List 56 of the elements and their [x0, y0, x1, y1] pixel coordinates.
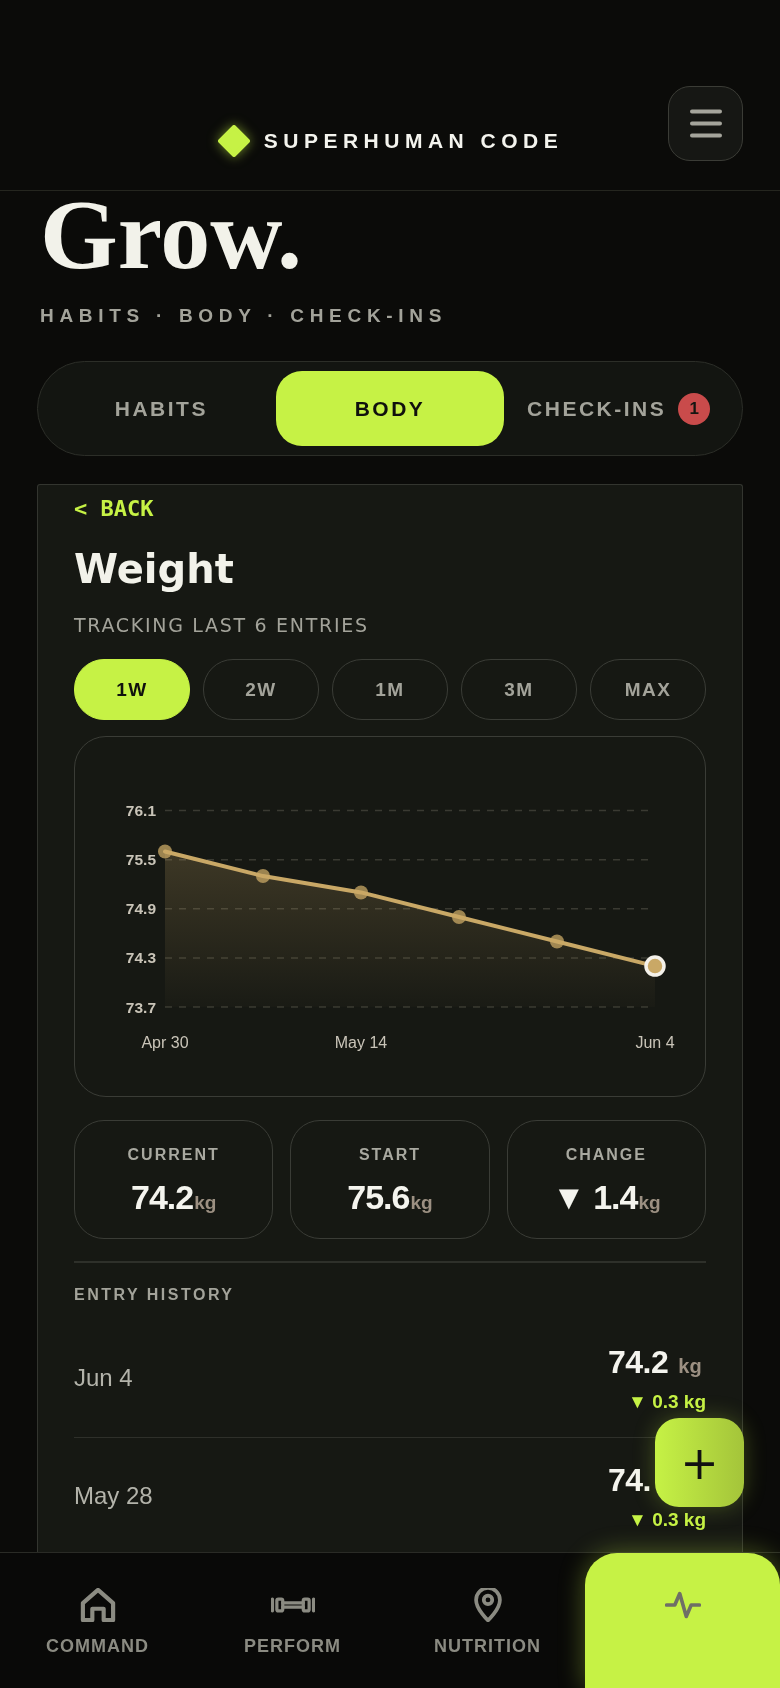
entry-unit: kg	[678, 1353, 702, 1378]
y-axis-label: 75.5	[125, 851, 156, 869]
page-subtitle: HABITS · BODY · CHECK-INS	[40, 304, 448, 328]
add-button[interactable]: +	[655, 1418, 744, 1507]
history-heading: ENTRY HISTORY	[74, 1284, 235, 1305]
stat-unit: kg	[410, 1192, 433, 1214]
data-point	[158, 844, 172, 859]
nav-tab[interactable]	[585, 1553, 780, 1688]
stat-unit: kg	[194, 1192, 217, 1214]
stat-value: ▼ 1.4	[552, 1177, 638, 1217]
back-link[interactable]: < BACK	[74, 496, 154, 522]
tab[interactable]: HABITS	[47, 371, 276, 446]
entry-change: ▼ 0.3 kg	[628, 1507, 706, 1532]
range-chip[interactable]: 1M	[332, 659, 448, 720]
stat-unit: kg	[638, 1192, 661, 1214]
range-chip[interactable]: 3M	[461, 659, 577, 720]
nav-tab[interactable]: PERFORM	[195, 1553, 390, 1688]
tab[interactable]: BODY	[275, 371, 505, 446]
stat-label: START	[358, 1145, 422, 1165]
x-axis-label: Jun 4	[635, 1034, 675, 1051]
home-icon	[79, 1588, 116, 1622]
range-chip[interactable]: MAX	[590, 659, 706, 720]
entry-date: May 28	[74, 1482, 153, 1510]
stat-value: 75.6	[347, 1177, 410, 1217]
notification-badge: 1	[678, 392, 711, 425]
section-subtitle: TRACKING LAST 6 ENTRIES	[74, 613, 369, 637]
range-chip[interactable]: 1W	[74, 659, 190, 720]
y-axis-label: 76.1	[125, 802, 156, 820]
data-point	[354, 885, 368, 900]
entry-value: 74.2	[608, 1342, 669, 1382]
menu-icon	[689, 109, 722, 138]
x-axis-label: Apr 30	[141, 1034, 189, 1051]
y-axis-label: 74.3	[125, 949, 156, 967]
section-title: Weight	[74, 545, 234, 593]
tab[interactable]: CHECK-INS 1	[504, 371, 733, 446]
stat-value: 74.2	[130, 1177, 194, 1217]
stat-label: CHANGE	[565, 1145, 647, 1165]
diamond-logo-icon	[216, 124, 251, 158]
brand-name: SUPERHUMAN CODE	[263, 128, 564, 154]
x-axis-label: May 14	[334, 1034, 388, 1051]
stat-label: CURRENT	[127, 1145, 220, 1165]
y-axis-label: 73.7	[125, 998, 156, 1016]
data-point	[550, 934, 564, 949]
entry-change: ▼ 0.3 kg	[628, 1389, 706, 1414]
dumbbell-icon	[270, 1596, 315, 1614]
data-point	[256, 869, 270, 884]
entry-date: Jun 4	[74, 1364, 133, 1392]
range-chip[interactable]: 2W	[203, 659, 319, 720]
menu-button[interactable]	[668, 86, 743, 161]
data-point	[644, 955, 666, 977]
entry-value: 74.	[608, 1460, 651, 1500]
data-point	[452, 910, 466, 924]
nav-tab[interactable]: NUTRITION	[390, 1553, 585, 1688]
nav-tab[interactable]: COMMAND	[0, 1553, 195, 1688]
page-title: Grow.	[40, 194, 303, 276]
y-axis-label: 74.9	[125, 900, 156, 918]
